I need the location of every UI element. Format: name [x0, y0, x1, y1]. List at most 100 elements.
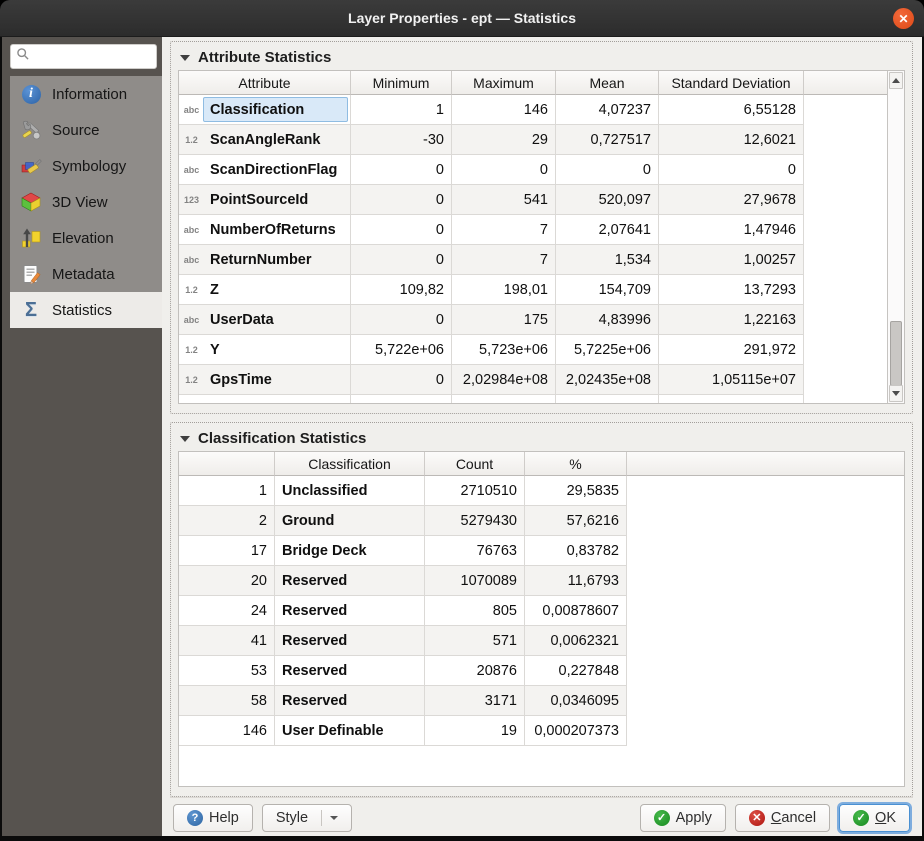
- attribute-row[interactable]: abcClassification11464,072376,55128: [179, 95, 887, 125]
- attribute-row[interactable]: abcScanDirectionFlag0000: [179, 155, 887, 185]
- close-icon[interactable]: ✕: [893, 8, 914, 29]
- classification-row[interactable]: 20Reserved107008911,6793: [179, 566, 904, 596]
- cancel-button[interactable]: ✕Cancel: [735, 804, 830, 832]
- sidebar-item-metadata[interactable]: Metadata: [10, 256, 162, 292]
- attribute-cell[interactable]: 123PointSourceId: [179, 185, 351, 215]
- attribute-cell[interactable]: abcClassification: [179, 95, 351, 125]
- column-header-classification[interactable]: Classification: [275, 452, 425, 476]
- 3d-view-icon: [19, 190, 43, 214]
- collapse-arrow-icon[interactable]: [180, 55, 190, 61]
- classification-row[interactable]: 1Unclassified271051029,5835: [179, 476, 904, 506]
- statistics-icon: Σ: [19, 298, 43, 322]
- attribute-row[interactable]: 123PointSourceId0541520,09727,9678: [179, 185, 887, 215]
- attribute-row[interactable]: 1.2Y5,722e+065,723e+065,7225e+06291,972: [179, 335, 887, 365]
- value-cell: 5,723e+06: [452, 335, 556, 365]
- attribute-cell[interactable]: 1.2GpsTime: [179, 365, 351, 395]
- sidebar-item-information[interactable]: iInformation: [10, 76, 162, 112]
- attribute-statistics-header[interactable]: Attribute Statistics: [178, 45, 905, 70]
- percent-cell: 0,0346095: [525, 686, 627, 716]
- column-header-count[interactable]: Count: [425, 452, 525, 476]
- source-icon: [19, 118, 43, 142]
- class-name-cell: Reserved: [275, 626, 425, 656]
- attribute-cell[interactable]: 1.2Y: [179, 335, 351, 365]
- attribute-name[interactable]: UserData: [203, 307, 348, 332]
- attribute-row[interactable]: 1.2Z109,82198,01154,70913,7293: [179, 275, 887, 305]
- classification-row[interactable]: 2Ground527943057,6216: [179, 506, 904, 536]
- sidebar-item-statistics[interactable]: ΣStatistics: [10, 292, 162, 328]
- value-cell: 5,7225e+06: [556, 335, 659, 365]
- value-cell: -30: [351, 125, 452, 155]
- column-header-mean[interactable]: Mean: [556, 71, 659, 95]
- attribute-name[interactable]: PointSourceId: [203, 187, 348, 212]
- sidebar-item-symbology[interactable]: Symbology: [10, 148, 162, 184]
- column-header-filler: [627, 452, 904, 476]
- classification-row[interactable]: 24Reserved8050,00878607: [179, 596, 904, 626]
- count-cell: 20876: [425, 656, 525, 686]
- classification-statistics-header[interactable]: Classification Statistics: [178, 426, 905, 451]
- column-header-maximum[interactable]: Maximum: [452, 71, 556, 95]
- attribute-name[interactable]: ReturnNumber: [203, 247, 348, 272]
- column-header-blank[interactable]: %: [525, 452, 627, 476]
- button-label: Apply: [676, 810, 712, 826]
- attribute-name[interactable]: NumberOfReturns: [203, 217, 348, 242]
- class-name-cell: Reserved: [275, 596, 425, 626]
- classification-row[interactable]: 17Bridge Deck767630,83782: [179, 536, 904, 566]
- search-icon: [16, 47, 30, 66]
- search-input[interactable]: [34, 48, 151, 65]
- value-cell: 146: [452, 95, 556, 125]
- class-code-cell: 24: [179, 596, 275, 626]
- titlebar[interactable]: Layer Properties - ept — Statistics ✕: [0, 0, 924, 37]
- dropdown-arrow-icon[interactable]: [321, 810, 338, 826]
- attribute-row[interactable]: 1.2ScanAngleRank-30290,72751712,6021: [179, 125, 887, 155]
- sidebar-item-elevation[interactable]: Elevation: [10, 220, 162, 256]
- value-cell: 109,82: [351, 275, 452, 305]
- field-type-123-icon: 123: [181, 195, 202, 205]
- field-type-abc-icon: abc: [181, 315, 202, 325]
- column-header-blank[interactable]: [179, 452, 275, 476]
- value-cell: 0: [452, 155, 556, 185]
- column-header-minimum[interactable]: Minimum: [351, 71, 452, 95]
- vertical-scrollbar[interactable]: [887, 71, 904, 403]
- attribute-cell[interactable]: abcReturnNumber: [179, 245, 351, 275]
- collapse-arrow-icon[interactable]: [180, 436, 190, 442]
- field-type-1-2-icon: 1.2: [181, 285, 202, 295]
- attribute-table-body: AttributeMinimumMaximumMeanStandard Devi…: [179, 71, 887, 403]
- attribute-name[interactable]: Y: [203, 337, 348, 362]
- classification-row[interactable]: 53Reserved208760,227848: [179, 656, 904, 686]
- attribute-row[interactable]: abcUserData01754,839961,22163: [179, 305, 887, 335]
- value-cell: 154,709: [556, 275, 659, 305]
- ok-button[interactable]: ✓OK: [839, 804, 910, 832]
- column-header-standard-deviation[interactable]: Standard Deviation: [659, 71, 804, 95]
- scrollbar-thumb[interactable]: [890, 321, 902, 386]
- classification-row[interactable]: 41Reserved5710,0062321: [179, 626, 904, 656]
- attribute-cell[interactable]: abcScanDirectionFlag: [179, 155, 351, 185]
- sidebar-item-3d-view[interactable]: 3D View: [10, 184, 162, 220]
- scroll-down-icon[interactable]: [889, 385, 903, 402]
- attribute-name[interactable]: ScanDirectionFlag: [203, 157, 348, 182]
- field-type-abc-icon: abc: [181, 165, 202, 175]
- search-box[interactable]: [10, 44, 157, 69]
- attribute-name[interactable]: GpsTime: [203, 367, 348, 392]
- style-button[interactable]: Style: [262, 804, 352, 832]
- attribute-cell[interactable]: abcNumberOfReturns: [179, 215, 351, 245]
- classification-row[interactable]: 146User Definable190,000207373: [179, 716, 904, 746]
- field-type-1-2-icon: 1.2: [181, 375, 202, 385]
- column-header-attribute[interactable]: Attribute: [179, 71, 351, 95]
- attribute-row[interactable]: abcReturnNumber071,5341,00257: [179, 245, 887, 275]
- classification-row[interactable]: 58Reserved31710,0346095: [179, 686, 904, 716]
- sidebar-item-source[interactable]: Source: [10, 112, 162, 148]
- apply-button[interactable]: ✓Apply: [640, 804, 726, 832]
- attribute-row[interactable]: 1.2GpsTime02,02984e+082,02435e+081,05115…: [179, 365, 887, 395]
- help-button[interactable]: ?Help: [173, 804, 253, 832]
- attribute-name[interactable]: ScanAngleRank: [203, 127, 348, 152]
- attribute-row[interactable]: abcNumberOfReturns072,076411,47946: [179, 215, 887, 245]
- attribute-cell[interactable]: 1.2Z: [179, 275, 351, 305]
- percent-cell: 0,83782: [525, 536, 627, 566]
- value-cell: 0,727517: [556, 125, 659, 155]
- attribute-name[interactable]: Classification: [203, 97, 348, 122]
- attribute-cell[interactable]: 1.2ScanAngleRank: [179, 125, 351, 155]
- attribute-name[interactable]: Z: [203, 277, 348, 302]
- attribute-cell[interactable]: abcUserData: [179, 305, 351, 335]
- scroll-up-icon[interactable]: [889, 72, 903, 89]
- sidebar-item-label: Source: [52, 122, 100, 139]
